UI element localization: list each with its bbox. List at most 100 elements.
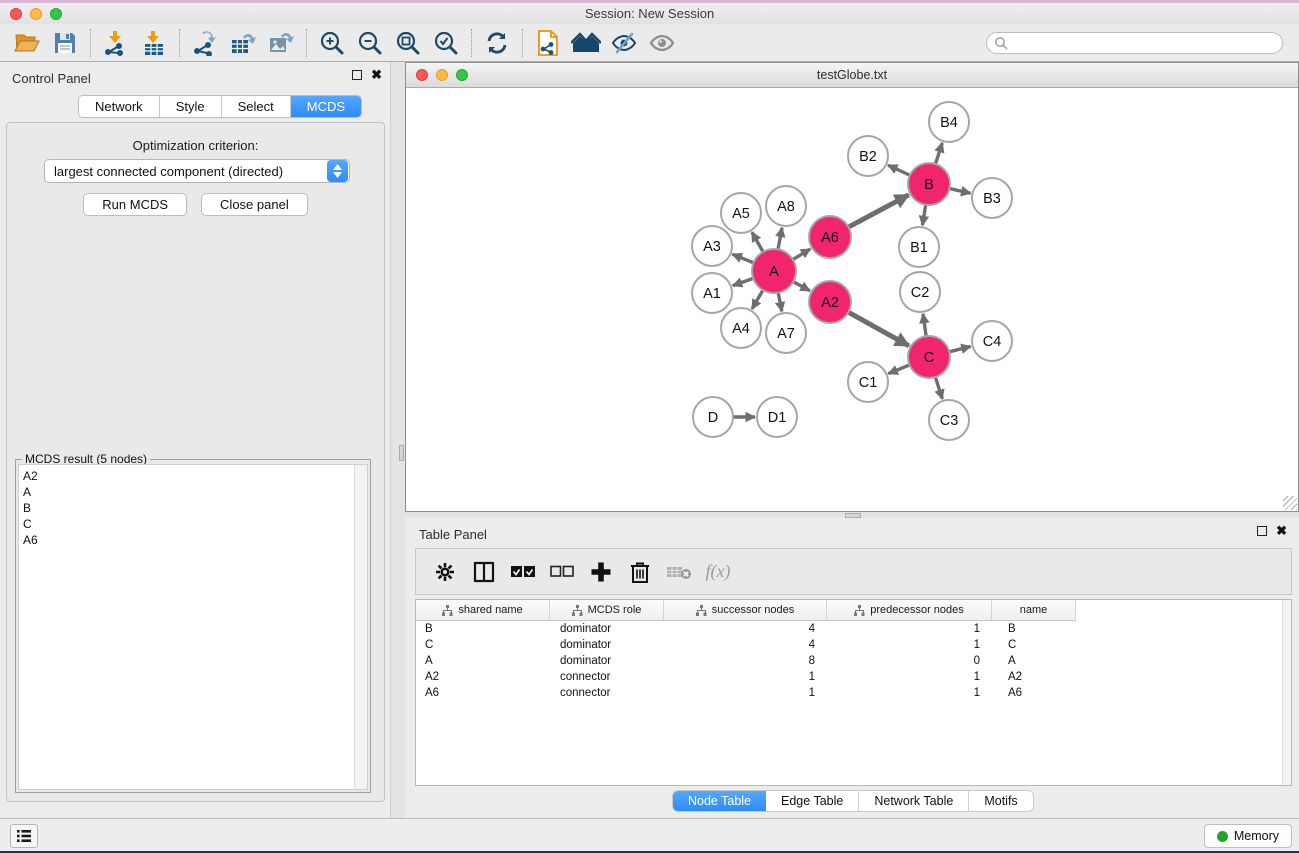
search-box[interactable] bbox=[986, 32, 1283, 54]
delete-column-button[interactable] bbox=[627, 559, 653, 585]
graph-edge-A-A3[interactable] bbox=[732, 254, 753, 263]
cell: dominator bbox=[550, 621, 664, 637]
graph-node-label: D bbox=[708, 410, 718, 426]
zoom-fit-button[interactable] bbox=[389, 27, 427, 59]
tab-motifs[interactable]: Motifs bbox=[969, 791, 1032, 811]
tab-network-table[interactable]: Network Table bbox=[859, 791, 969, 811]
table-row[interactable]: A2connector11A2 bbox=[416, 669, 1291, 685]
cell: C bbox=[992, 637, 1076, 653]
optimization-criterion-select[interactable]: largest connected component (directed) bbox=[44, 159, 350, 183]
cell: dominator bbox=[550, 637, 664, 653]
table-row[interactable]: Adominator80A bbox=[416, 653, 1291, 669]
open-file-button[interactable] bbox=[8, 27, 46, 59]
table-row[interactable]: Bdominator41B bbox=[416, 621, 1291, 637]
zoom-out-button[interactable] bbox=[351, 27, 389, 59]
unselect-all-columns-button[interactable] bbox=[549, 559, 575, 585]
zoom-selected-button[interactable] bbox=[427, 27, 465, 59]
graph-edge-A-A7[interactable] bbox=[778, 293, 782, 312]
graph-edge-A-A8[interactable] bbox=[778, 228, 782, 250]
column-header-shared-name[interactable]: shared name bbox=[416, 600, 550, 621]
export-image-button[interactable] bbox=[262, 27, 300, 59]
import-table-button[interactable] bbox=[135, 27, 173, 59]
attribute-icon bbox=[442, 605, 453, 616]
float-panel-icon[interactable] bbox=[352, 70, 362, 80]
cell: connector bbox=[550, 685, 664, 701]
export-table-button[interactable] bbox=[224, 27, 262, 59]
result-item[interactable]: A2 bbox=[19, 468, 367, 484]
run-mcds-button[interactable]: Run MCDS bbox=[83, 193, 187, 216]
float-panel-icon[interactable] bbox=[1257, 526, 1267, 536]
result-item[interactable]: C bbox=[19, 516, 367, 532]
first-neighbors-button[interactable] bbox=[567, 27, 605, 59]
tab-mcds[interactable]: MCDS bbox=[291, 96, 361, 117]
resize-grip-icon[interactable] bbox=[1283, 496, 1297, 510]
column-header-predecessor-nodes[interactable]: predecessor nodes bbox=[827, 600, 992, 621]
control-panel-title: Control Panel bbox=[12, 71, 91, 86]
search-input[interactable] bbox=[1008, 34, 1282, 52]
table-panel-header: Table Panel ✖ bbox=[405, 518, 1299, 546]
graph-edge-C-C2[interactable] bbox=[923, 314, 926, 336]
table-options-button[interactable] bbox=[432, 559, 458, 585]
graph-edge-A-A1[interactable] bbox=[733, 278, 754, 285]
graph-node-label: A2 bbox=[821, 295, 839, 311]
vertical-splitter-handle[interactable] bbox=[399, 445, 404, 461]
result-list-scrollbar[interactable] bbox=[354, 465, 367, 789]
result-item[interactable]: A bbox=[19, 484, 367, 500]
graph-edge-C-C1[interactable] bbox=[888, 365, 909, 374]
graph-node-label: B1 bbox=[910, 240, 928, 256]
close-panel-button[interactable]: Close panel bbox=[201, 193, 308, 216]
close-panel-icon[interactable]: ✖ bbox=[371, 70, 382, 80]
cell: 8 bbox=[664, 653, 827, 669]
show-columns-button[interactable] bbox=[471, 559, 497, 585]
delete-table-button[interactable] bbox=[666, 559, 692, 585]
function-builder-button[interactable]: f(x) bbox=[705, 559, 731, 585]
table-scrollbar[interactable] bbox=[1282, 600, 1291, 785]
save-session-button[interactable] bbox=[46, 27, 84, 59]
network-window-title-bar[interactable]: testGlobe.txt bbox=[406, 63, 1298, 88]
graph-edge-B-B4[interactable] bbox=[935, 143, 942, 164]
copy-network-button[interactable] bbox=[529, 27, 567, 59]
memory-button[interactable]: Memory bbox=[1204, 824, 1292, 848]
table-row[interactable]: A6connector11A6 bbox=[416, 685, 1291, 701]
graph-node-label: C bbox=[924, 350, 934, 366]
close-panel-icon[interactable]: ✖ bbox=[1276, 526, 1287, 536]
table-row[interactable]: Cdominator41C bbox=[416, 637, 1291, 653]
graph-edge-A6-B[interactable] bbox=[849, 195, 909, 227]
result-item[interactable]: A6 bbox=[19, 532, 367, 548]
toolbar-separator bbox=[471, 29, 472, 57]
graph-edge-C-C4[interactable] bbox=[949, 346, 970, 351]
tab-node-table[interactable]: Node Table bbox=[673, 791, 766, 811]
refresh-view-button[interactable] bbox=[478, 27, 516, 59]
graph-edge-A-A2[interactable] bbox=[793, 282, 810, 291]
select-all-columns-button[interactable] bbox=[510, 559, 536, 585]
select-stepper-icon[interactable] bbox=[327, 160, 348, 182]
graph-edge-A2-C[interactable] bbox=[848, 312, 909, 346]
show-graphics-details-button[interactable] bbox=[643, 27, 681, 59]
task-history-button[interactable] bbox=[10, 824, 38, 848]
column-header-MCDS-role[interactable]: MCDS role bbox=[550, 600, 664, 621]
tab-edge-table[interactable]: Edge Table bbox=[766, 791, 859, 811]
tab-network[interactable]: Network bbox=[79, 96, 160, 117]
column-header-name[interactable]: name bbox=[992, 600, 1076, 621]
tab-style[interactable]: Style bbox=[160, 96, 222, 117]
mcds-result-list[interactable]: A2ABCA6 bbox=[18, 464, 368, 790]
hide-graphics-details-button[interactable] bbox=[605, 27, 643, 59]
cell: 1 bbox=[827, 669, 992, 685]
save-icon bbox=[54, 32, 76, 54]
toolbar-separator bbox=[522, 29, 523, 57]
graph-edge-A-A6[interactable] bbox=[793, 249, 811, 260]
network-canvas[interactable]: AA1A3A5A8A6A2A4A7BB2B4B3B1CC2C4C1C3DD1 bbox=[406, 88, 1298, 511]
export-network-button[interactable] bbox=[186, 27, 224, 59]
graph-edge-B-B2[interactable] bbox=[888, 165, 910, 175]
graph-edge-A-A5[interactable] bbox=[752, 232, 763, 252]
zoom-in-button[interactable] bbox=[313, 27, 351, 59]
graph-edge-C-C3[interactable] bbox=[935, 377, 942, 399]
import-network-button[interactable] bbox=[97, 27, 135, 59]
graph-edge-B-B1[interactable] bbox=[922, 205, 925, 226]
column-header-successor-nodes[interactable]: successor nodes bbox=[664, 600, 827, 621]
tab-select[interactable]: Select bbox=[222, 96, 291, 117]
result-item[interactable]: B bbox=[19, 500, 367, 516]
graph-edge-A-A4[interactable] bbox=[752, 290, 763, 309]
add-column-button[interactable] bbox=[588, 559, 614, 585]
graph-edge-B-B3[interactable] bbox=[949, 189, 970, 194]
